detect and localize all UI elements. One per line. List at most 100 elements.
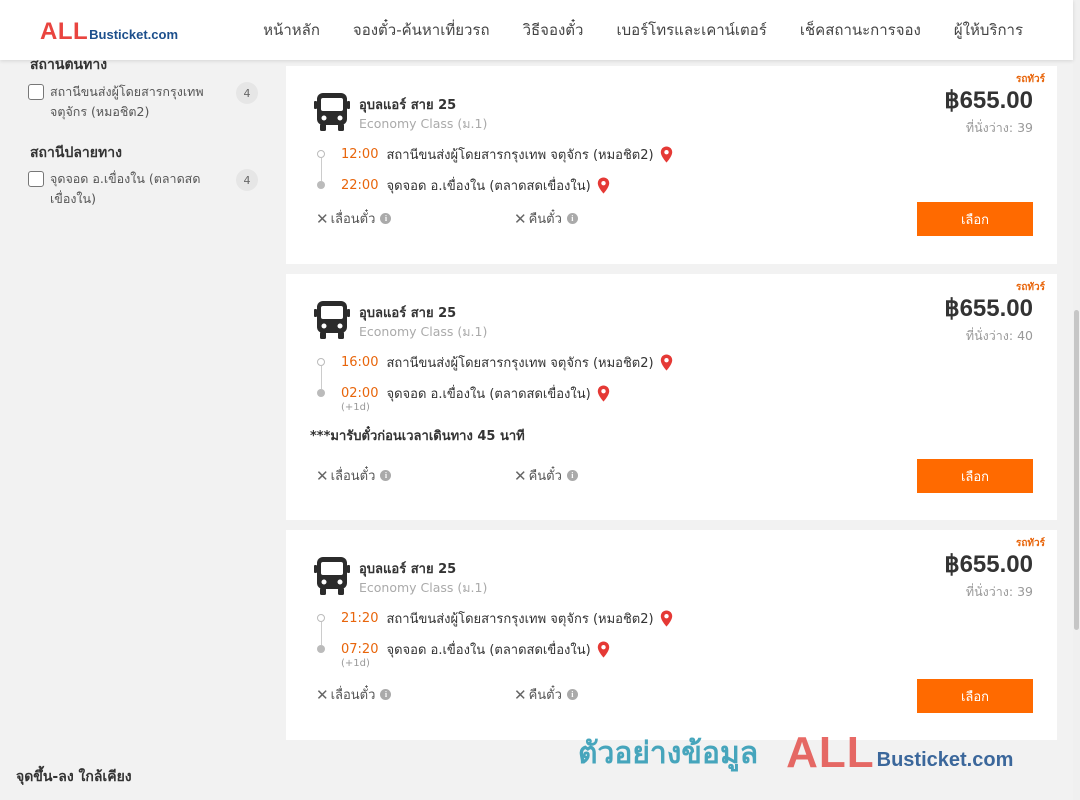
arrival-station: จุดจอด อ.เขื่องใน (ตลาดสดเขื่องใน) <box>386 643 591 658</box>
reschedule-policy[interactable]: ✕ เลื่อนตั๋ว i <box>316 208 392 229</box>
select-trip-button[interactable]: เลือก <box>917 202 1033 236</box>
timeline-start-dot <box>317 614 325 622</box>
departure-stop: 16:00 สถานีขนส่งผู้โดยสารกรุงเทพ จตุจักร… <box>341 352 673 373</box>
info-icon[interactable]: i <box>566 470 578 481</box>
map-pin-icon[interactable] <box>597 385 610 402</box>
destination-option-label: จุดจอด อ.เขื่องใน (ตลาดสดเขื่องใน) <box>50 171 201 206</box>
ticket-price: ฿655.00 <box>944 87 1033 114</box>
timeline-line <box>320 366 322 389</box>
departure-time: 21:20 <box>341 611 379 626</box>
arrival-stop: 07:20 จุดจอด อ.เขื่องใน (ตลาดสดเขื่องใน) <box>341 639 610 660</box>
bus-type-tag: รถทัวร์ <box>1015 282 1045 293</box>
map-pin-icon[interactable] <box>597 641 610 658</box>
x-icon: ✕ <box>514 685 527 704</box>
map-pin-icon[interactable] <box>597 177 610 194</box>
destination-filter-option[interactable]: จุดจอด อ.เขื่องใน (ตลาดสดเขื่องใน) 4 <box>28 169 258 209</box>
bus-icon <box>314 557 350 595</box>
bus-class: Economy Class (ม.1) <box>359 580 488 595</box>
x-icon: ✕ <box>316 209 329 228</box>
seats-available: ที่นั่งว่าง: 39 <box>965 584 1033 599</box>
nav-check-booking[interactable]: เช็คสถานะการจอง <box>800 18 921 42</box>
reschedule-label: เลื่อนตั๋ว <box>330 212 376 227</box>
select-trip-button[interactable]: เลือก <box>917 679 1033 713</box>
refund-label: คืนตั๋ว <box>528 212 562 227</box>
reschedule-policy[interactable]: ✕ เลื่อนตั๋ว i <box>316 684 392 705</box>
arrival-time: 07:20 <box>341 642 379 657</box>
departure-stop: 21:20 สถานีขนส่งผู้โดยสารกรุงเทพ จตุจักร… <box>341 608 673 629</box>
site-logo[interactable]: ALL Busticket.com <box>40 18 178 46</box>
sample-data-watermark: ตัวอย่างข้อมูล ALL Busticket.com <box>578 728 1013 778</box>
timeline-line <box>320 158 322 181</box>
next-day-indicator: (+1d) <box>341 402 370 413</box>
departure-station: สถานีขนส่งผู้โดยสารกรุงเทพ จตุจักร (หมอช… <box>386 148 654 163</box>
refund-policy[interactable]: ✕ คืนตั๋ว i <box>514 684 578 705</box>
departure-stop: 12:00 สถานีขนส่งผู้โดยสารกรุงเทพ จตุจักร… <box>341 144 673 165</box>
main-nav: หน้าหลัก จองตั๋ว-ค้นหาเที่ยวรถ วิธีจองตั… <box>263 0 1023 60</box>
timeline-start-dot <box>317 150 325 158</box>
origin-option-label: สถานีขนส่งผู้โดยสารกรุงเทพ จตุจักร (หมอช… <box>50 84 204 119</box>
nav-operators[interactable]: ผู้ให้บริการ <box>954 18 1023 42</box>
ticket-price: ฿655.00 <box>944 551 1033 578</box>
bus-icon <box>314 93 350 131</box>
destination-checkbox[interactable] <box>28 171 44 187</box>
info-icon[interactable]: i <box>380 213 392 224</box>
operator-name: อุบลแอร์ สาย 25 <box>359 562 457 577</box>
trip-card: รถทัวร์ อุบลแอร์ สาย 25 Economy Class (ม… <box>286 274 1057 520</box>
bus-class: Economy Class (ม.1) <box>359 324 488 339</box>
select-trip-button[interactable]: เลือก <box>917 459 1033 493</box>
seats-available: ที่นั่งว่าง: 40 <box>965 328 1033 343</box>
nav-phone-counter[interactable]: เบอร์โทรและเคาน์เตอร์ <box>616 18 766 42</box>
reschedule-policy[interactable]: ✕ เลื่อนตั๋ว i <box>316 465 392 486</box>
refund-policy[interactable]: ✕ คืนตั๋ว i <box>514 208 578 229</box>
timeline-start-dot <box>317 358 325 366</box>
top-header: ALL Busticket.com หน้าหลัก จองตั๋ว-ค้นหา… <box>0 0 1073 60</box>
departure-station: สถานีขนส่งผู้โดยสารกรุงเทพ จตุจักร (หมอช… <box>386 356 654 371</box>
seats-available: ที่นั่งว่าง: 39 <box>965 120 1033 135</box>
reschedule-label: เลื่อนตั๋ว <box>330 688 376 703</box>
refund-label: คืนตั๋ว <box>528 688 562 703</box>
logo-all: ALL <box>40 18 89 45</box>
map-pin-icon[interactable] <box>660 146 673 163</box>
nav-how-to-book[interactable]: วิธีจองตั๋ว <box>523 18 584 42</box>
x-icon: ✕ <box>514 466 527 485</box>
refund-label: คืนตั๋ว <box>528 469 562 484</box>
watermark-logo-rest: Busticket.com <box>876 748 1014 771</box>
bus-type-tag: รถทัวร์ <box>1015 538 1045 549</box>
info-icon[interactable]: i <box>380 470 392 481</box>
arrival-station: จุดจอด อ.เขื่องใน (ตลาดสดเขื่องใน) <box>386 179 591 194</box>
nav-book-search[interactable]: จองตั๋ว-ค้นหาเที่ยวรถ <box>353 18 490 42</box>
arrival-stop: 22:00 จุดจอด อ.เขื่องใน (ตลาดสดเขื่องใน) <box>341 175 610 196</box>
arrival-time: 02:00 <box>341 386 379 401</box>
info-icon[interactable]: i <box>566 689 578 700</box>
trip-note: ***มารับตั๋วก่อนเวลาเดินทาง 45 นาที <box>310 429 525 444</box>
timeline-end-dot <box>317 645 325 653</box>
watermark-logo-all: ALL <box>786 728 875 777</box>
nav-home[interactable]: หน้าหลัก <box>263 18 320 42</box>
info-icon[interactable]: i <box>380 689 392 700</box>
map-pin-icon[interactable] <box>660 610 673 627</box>
destination-option-count: 4 <box>236 169 258 191</box>
next-day-indicator: (+1d) <box>341 658 370 669</box>
refund-policy[interactable]: ✕ คืนตั๋ว i <box>514 465 578 486</box>
filter-sidebar: สถานีต้นทาง สถานีขนส่งผู้โดยสารกรุงเทพ จ… <box>0 57 270 800</box>
logo-rest: Busticket.com <box>89 27 179 42</box>
origin-option-count: 4 <box>236 82 258 104</box>
arrival-station: จุดจอด อ.เขื่องใน (ตลาดสดเขื่องใน) <box>386 387 591 402</box>
map-pin-icon[interactable] <box>660 354 673 371</box>
nearby-stops-title: จุดขึ้น-ลง ใกล้เคียง <box>16 769 132 785</box>
operator-name: อุบลแอร์ สาย 25 <box>359 98 457 113</box>
timeline-line <box>320 622 322 645</box>
x-icon: ✕ <box>514 209 527 228</box>
origin-checkbox[interactable] <box>28 84 44 100</box>
destination-filter-title: สถานีปลายทาง <box>30 145 122 161</box>
info-icon[interactable]: i <box>566 213 578 224</box>
origin-filter-option[interactable]: สถานีขนส่งผู้โดยสารกรุงเทพ จตุจักร (หมอช… <box>28 82 258 122</box>
operator-name: อุบลแอร์ สาย 25 <box>359 306 457 321</box>
page-scrollbar[interactable] <box>1073 0 1080 800</box>
ticket-price: ฿655.00 <box>944 295 1033 322</box>
arrival-time: 22:00 <box>341 178 379 193</box>
timeline-end-dot <box>317 389 325 397</box>
scrollbar-thumb[interactable] <box>1074 310 1079 630</box>
bus-class: Economy Class (ม.1) <box>359 116 488 131</box>
trip-card: รถทัวร์ อุบลแอร์ สาย 25 Economy Class (ม… <box>286 66 1057 264</box>
